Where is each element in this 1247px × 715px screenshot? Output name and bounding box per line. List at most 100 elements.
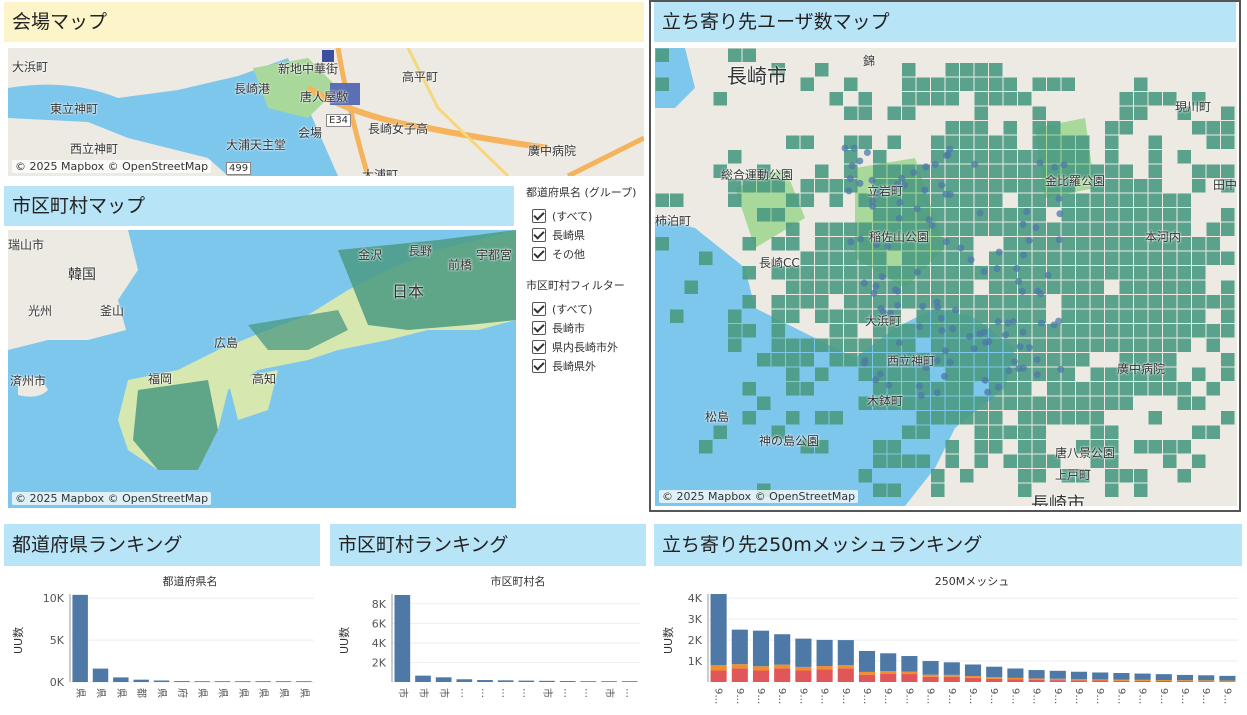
bar [1049, 680, 1066, 682]
checkbox-icon[interactable] [532, 320, 546, 335]
bar [710, 670, 727, 682]
group-filter-item[interactable]: 長崎県 [526, 225, 644, 244]
bar [1049, 678, 1066, 681]
mesh-cell [786, 280, 800, 294]
mesh-cell [844, 280, 858, 294]
visitor-map-graphic [655, 48, 1237, 506]
mesh-cell [1134, 382, 1148, 396]
mesh-cell [1047, 135, 1061, 149]
visitor-map[interactable]: 長崎市 錦 現川町 立岩町 金比羅公園 稲佐山公園 柿泊町 長崎CC 総合運動公… [655, 48, 1237, 506]
mesh-cell [771, 237, 785, 251]
bar [174, 681, 190, 682]
visitor-dot [856, 179, 864, 187]
bar [880, 673, 897, 682]
mesh-cell [1134, 469, 1148, 483]
mesh-cell [1061, 338, 1075, 352]
x-tick-label: … [458, 688, 469, 698]
mesh-cell [931, 483, 945, 497]
mesh-cell [916, 411, 930, 425]
x-tick-label: 9… [713, 688, 724, 704]
venue-map[interactable]: 大浜町 東立神町 西立神町 新地中華街 長崎港 唐人屋敷 会場 高平町 長崎女子… [8, 48, 644, 176]
mesh-cell [989, 411, 1003, 425]
bar [1219, 680, 1236, 682]
mesh-cell [902, 251, 916, 265]
visitor-dot [946, 358, 954, 366]
city-filter-item[interactable]: 長崎県外 [526, 356, 644, 375]
mesh-cell [989, 193, 1003, 207]
mesh-cell [1163, 309, 1177, 323]
mesh-cell [1076, 280, 1090, 294]
mesh-cell [1076, 251, 1090, 265]
map-label: 会場 [298, 126, 323, 140]
mesh-cell [873, 483, 887, 497]
mesh-cell [1119, 280, 1133, 294]
mesh-cell [1221, 106, 1235, 120]
checkbox-icon[interactable] [532, 358, 546, 373]
mesh-cell [1119, 222, 1133, 236]
mesh-cell [771, 208, 785, 222]
visitor-dot [1010, 358, 1018, 366]
mesh-cell [916, 251, 930, 265]
checkbox-icon[interactable] [532, 208, 546, 223]
city-ranking-chart[interactable]: UU数8K6K4K2K市市市………… 市…… 市… [336, 588, 646, 712]
x-tick-label: 9… [946, 688, 957, 704]
city-filter-item[interactable]: (すべて) [526, 299, 644, 318]
mesh-cell [858, 469, 872, 483]
mesh-cell [945, 367, 959, 381]
visitor-dot [922, 163, 930, 171]
bar [1219, 675, 1236, 681]
visitor-dot [1044, 271, 1052, 279]
mesh-cell [989, 440, 1003, 454]
map-label: 長崎市 [727, 64, 787, 88]
y-tick-label: 4K [372, 637, 387, 650]
visitor-dot [940, 372, 948, 380]
bar [986, 677, 1003, 679]
map-label: 韓国 [68, 267, 96, 283]
visitor-dot [913, 205, 921, 213]
visitor-dot [994, 318, 1002, 326]
y-tick-label: 3K [688, 613, 703, 626]
map-attribution[interactable]: © 2025 Mapbox © OpenStreetMap [12, 492, 212, 505]
bar [1176, 681, 1194, 682]
checkbox-icon[interactable] [532, 246, 546, 261]
mesh-cell [1177, 338, 1191, 352]
mesh-cell [960, 295, 974, 309]
map-attribution[interactable]: © 2025 Mapbox © OpenStreetMap [659, 490, 859, 503]
group-filter-item[interactable]: (すべて) [526, 206, 644, 225]
map-label: 廣中病院 [1117, 362, 1166, 376]
x-tick-label: 市 [541, 688, 554, 698]
mesh-cell [1177, 440, 1191, 454]
mesh-cell [815, 237, 829, 251]
checkbox-icon[interactable] [532, 339, 546, 354]
city-filter-item[interactable]: 県内長崎市外 [526, 337, 644, 356]
mesh-cell [945, 77, 959, 91]
y-tick-label: 8K [372, 598, 387, 611]
checkbox-icon[interactable] [532, 227, 546, 242]
mesh-cell [902, 425, 916, 439]
bar [986, 678, 1003, 682]
checkbox-icon[interactable] [532, 301, 546, 316]
city-filter-item[interactable]: 長崎市 [526, 318, 644, 337]
mesh-cell [786, 411, 800, 425]
mesh-cell [1018, 295, 1032, 309]
mesh-cell [960, 367, 974, 381]
mesh-cell [1192, 396, 1206, 410]
x-tick-label: 9… [967, 688, 978, 704]
mesh-cell [1032, 469, 1046, 483]
visitor-dot [1004, 319, 1012, 327]
group-filter-item[interactable]: その他 [526, 244, 644, 263]
map-attribution[interactable]: © 2025 Mapbox © OpenStreetMap [12, 160, 212, 173]
mesh-cell [1003, 237, 1017, 251]
visitor-dot [895, 339, 903, 347]
mesh-ranking-chart[interactable]: UU数 4K 3K 2K 1K 9… 9… 9… 9… 9… 9… 9… 9… 9… 9… 9… 9… 9… 9… 9… [660, 588, 1244, 712]
visitor-dot [876, 370, 884, 378]
bar [275, 681, 292, 682]
pref-ranking-chart[interactable]: UU数10K5K0K県県県都県府県県県県県県 [10, 588, 320, 712]
x-tick-label: … [562, 688, 573, 698]
map-label: 大浦天主堂 [226, 138, 287, 152]
mesh-cell [1192, 454, 1206, 468]
map-label: 釜山 [100, 304, 125, 318]
x-tick-label: 9… [861, 688, 872, 704]
mesh-cell [786, 295, 800, 309]
city-map[interactable]: 瑞山市 韓国 光州 釜山 済州市 福岡 広島 高知 金沢 長野 日本 宇都宮 前… [8, 230, 516, 508]
